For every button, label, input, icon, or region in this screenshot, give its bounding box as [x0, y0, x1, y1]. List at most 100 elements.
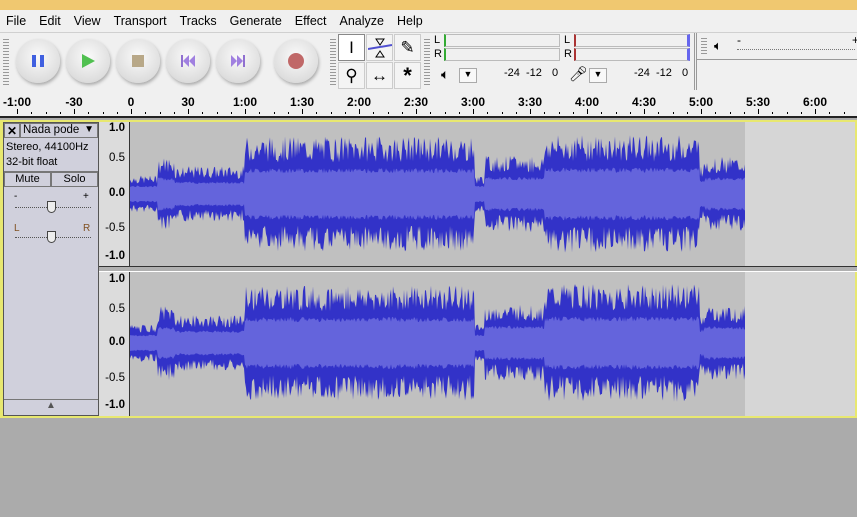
menu-file[interactable]: File	[6, 14, 26, 28]
record-meter-R-label: R	[564, 48, 572, 60]
playback-meter-dropdown[interactable]: ▼	[459, 68, 477, 83]
ruler-tick	[501, 112, 503, 114]
ruler-tick	[17, 109, 18, 114]
stop-icon	[132, 55, 144, 67]
tools-toolbar: I ✎ ⚲ ↔ *	[338, 34, 422, 90]
menu-bar: File Edit View Transport Tracks Generate…	[0, 10, 857, 32]
envelope-tool[interactable]	[366, 34, 393, 61]
pan-slider-thumb[interactable]	[47, 231, 56, 243]
playback-meter-left[interactable]	[444, 34, 560, 47]
timeshift-tool[interactable]: ↔	[366, 62, 393, 89]
playback-meter-L-label: L	[434, 34, 441, 46]
channel-divider[interactable]	[99, 266, 857, 272]
play-button[interactable]	[66, 39, 110, 83]
ruler-tick	[644, 109, 645, 114]
envelope-icon	[367, 38, 392, 57]
playback-volume-slider[interactable]	[737, 49, 855, 50]
pencil-icon: ✎	[400, 37, 415, 57]
ruler-tick	[31, 112, 33, 114]
track-close-button[interactable]: ✕	[4, 123, 20, 138]
multi-tool[interactable]: *	[394, 62, 421, 89]
scale-label: 0.5	[109, 152, 125, 164]
meter-scale-label: -24	[634, 67, 650, 79]
scale-label: 0.5	[109, 303, 125, 315]
ruler-tick	[601, 112, 603, 114]
playback-meter-right[interactable]	[444, 48, 560, 61]
scale-label: -1.0	[105, 250, 125, 262]
record-button[interactable]	[274, 39, 318, 83]
magnifier-icon: ⚲	[345, 65, 358, 85]
ruler-label: 0	[127, 95, 135, 109]
ruler-tick	[287, 112, 289, 114]
meter-scale-label: -12	[656, 67, 672, 79]
skip-start-button[interactable]	[166, 39, 210, 83]
ruler-tick	[430, 112, 432, 114]
toolbar-grip[interactable]	[701, 36, 707, 56]
toolbar-grip[interactable]	[424, 37, 430, 87]
menu-analyze[interactable]: Analyze	[340, 14, 384, 28]
ruler-tick	[188, 109, 189, 114]
solo-button[interactable]: Solo	[51, 172, 98, 187]
ruler-tick	[273, 112, 275, 114]
ruler-label: 4:30	[631, 95, 657, 109]
menu-view[interactable]: View	[74, 14, 101, 28]
ruler-tick	[800, 112, 802, 114]
mixer-toolbar: 🔈︎ - +	[697, 33, 857, 60]
ruler-tick	[416, 109, 417, 114]
ruler-tick	[544, 112, 546, 114]
zoom-tool[interactable]: ⚲	[338, 62, 365, 89]
scale-label: -0.5	[105, 222, 125, 234]
ruler-tick	[629, 112, 631, 114]
ruler-label: 5:00	[688, 95, 714, 109]
scale-label: -0.5	[105, 372, 125, 384]
track-name-menu[interactable]: Nada pode ▼	[20, 123, 98, 138]
ruler-tick	[473, 109, 474, 114]
ruler-tick	[786, 112, 788, 114]
transport-toolbar	[10, 35, 325, 87]
ruler-tick	[159, 112, 161, 114]
skip-end-button[interactable]	[216, 39, 260, 83]
ruler-tick	[131, 109, 132, 114]
menu-generate[interactable]: Generate	[230, 14, 282, 28]
close-icon: ✕	[6, 124, 18, 138]
menu-effect[interactable]: Effect	[295, 14, 327, 28]
menu-transport[interactable]: Transport	[114, 14, 167, 28]
mute-button[interactable]: Mute	[4, 172, 51, 187]
ruler-label: -30	[65, 95, 83, 109]
asterisk-icon: *	[403, 62, 412, 88]
scale-label: -1.0	[105, 399, 125, 411]
selection-tool[interactable]: I	[338, 34, 365, 61]
record-meter-left[interactable]	[574, 34, 690, 47]
ruler-tick	[59, 112, 61, 114]
record-meter-dropdown[interactable]: ▼	[589, 68, 607, 83]
meter-scale-label: -12	[526, 67, 542, 79]
ruler-tick	[686, 112, 688, 114]
menu-help[interactable]: Help	[397, 14, 423, 28]
ruler-tick	[330, 112, 332, 114]
ruler-label: 30	[181, 95, 195, 109]
ruler-label: 3:00	[460, 95, 486, 109]
menu-edit[interactable]: Edit	[39, 14, 61, 28]
play-icon	[82, 54, 95, 68]
vertical-scale-right[interactable]: 1.0 0.5 0.0 -0.5 -1.0	[99, 272, 130, 416]
toolbar-grip[interactable]	[3, 37, 9, 87]
draw-tool[interactable]: ✎	[394, 34, 421, 61]
toolbar-grip[interactable]	[330, 37, 336, 87]
track-name: Nada pode	[23, 124, 80, 136]
meter-toolbar: L R L R 🔈︎ ▼ -24 -12 0 🎤︎ ▼ -24 -12 0	[431, 33, 691, 90]
collapse-track-button[interactable]: ▲	[4, 399, 98, 415]
menu-tracks[interactable]: Tracks	[180, 14, 217, 28]
vertical-scale-left[interactable]: 1.0 0.5 0.0 -0.5 -1.0	[99, 122, 130, 266]
gain-slider-thumb[interactable]	[47, 201, 56, 213]
dropdown-arrow-icon: ▼	[84, 124, 94, 135]
ruler-label: 5:30	[745, 95, 771, 109]
timeline-ruler[interactable]: -1:00 -30 0 30 1:00 1:30 2:00 2:30 3:00 3:30 4:00 4…	[0, 90, 857, 118]
ruler-tick	[487, 112, 489, 114]
record-meter-right[interactable]	[574, 48, 690, 61]
stop-button[interactable]	[116, 39, 160, 83]
speaker-icon: 🔈︎	[714, 38, 722, 53]
ruler-tick	[658, 112, 660, 114]
pause-button[interactable]	[16, 39, 60, 83]
ruler-tick	[758, 109, 759, 114]
ruler-label: 6:00	[802, 95, 828, 109]
